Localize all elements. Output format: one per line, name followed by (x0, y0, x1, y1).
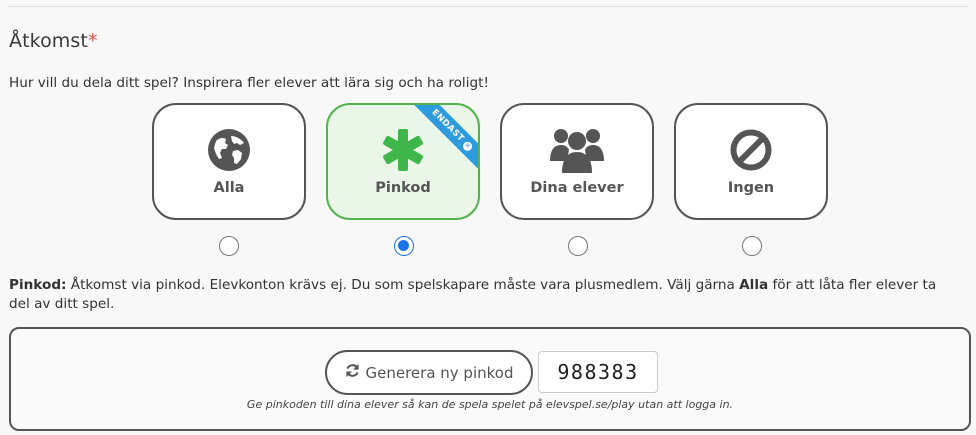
ban-icon (676, 127, 826, 173)
generate-pin-label: Generera ny pinkod (365, 363, 514, 382)
option-label: Ingen (727, 180, 775, 196)
question-text: Hur vill du dela ditt spel? Inspirera fl… (9, 75, 489, 91)
option-label: Pinkod (375, 180, 431, 196)
option-card-ingen[interactable]: Ingen (674, 103, 828, 220)
access-options: Alla ENDAST✕ Pinkod Dina elever Ingen (0, 103, 976, 263)
radio-dina-elever[interactable] (568, 236, 588, 256)
section-title-text: Åtkomst (9, 30, 88, 52)
globe-icon (154, 127, 304, 173)
description-text: Åtkomst via pinkod. Elevkonton krävs ej.… (66, 277, 740, 293)
radio-pinkod[interactable] (394, 236, 414, 256)
description-emphasis: Alla (739, 277, 769, 293)
divider (8, 6, 968, 7)
refresh-icon (345, 363, 360, 382)
radio-ingen[interactable] (742, 236, 762, 256)
description-lead: Pinkod: (9, 277, 67, 293)
option-card-alla[interactable]: Alla (152, 103, 306, 220)
option-label: Alla (213, 180, 245, 196)
access-description: Pinkod: Åtkomst via pinkod. Elevkonton k… (9, 276, 959, 314)
required-mark: * (87, 30, 98, 52)
pin-panel: Generera ny pinkod 988383 Ge pinkoden ti… (9, 327, 971, 431)
option-label: Dina elever (530, 180, 624, 196)
option-card-pinkod[interactable]: ENDAST✕ Pinkod (326, 103, 480, 220)
pin-code-display: 988383 (538, 351, 658, 393)
generate-pin-button[interactable]: Generera ny pinkod (325, 350, 533, 395)
option-card-dina-elever[interactable]: Dina elever (500, 103, 654, 220)
radio-alla[interactable] (219, 236, 239, 256)
section-title: Åtkomst* (9, 30, 98, 52)
users-icon (502, 127, 652, 173)
pin-hint: Ge pinkoden till dina elever så kan de s… (246, 398, 734, 411)
asterisk-icon (328, 127, 478, 173)
